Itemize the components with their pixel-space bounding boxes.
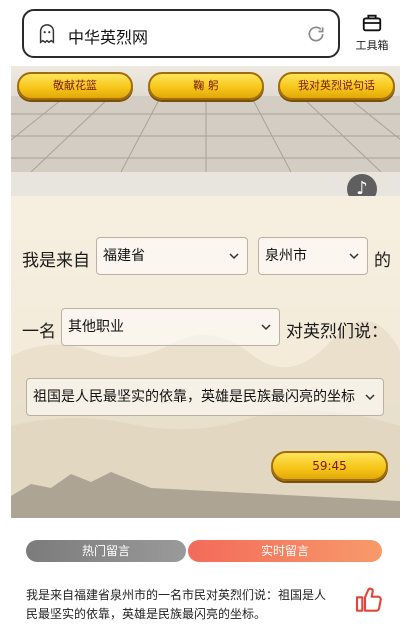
divider-strip (11, 172, 400, 196)
site-title-bar[interactable]: 中华英烈网 (22, 9, 340, 58)
toolbox-icon (362, 14, 382, 32)
stone-floor-illustration (11, 96, 400, 172)
ghost-icon (39, 24, 55, 44)
refresh-icon[interactable] (306, 24, 326, 44)
city-value: 泉州市 (265, 248, 307, 264)
tab-hot-comments[interactable]: 热门留言 (26, 540, 186, 562)
chevron-down-icon (365, 394, 375, 401)
top-bar: 中华英烈网 工具箱 (0, 0, 409, 66)
chevron-down-icon (349, 253, 359, 260)
memorial-ground: 敬献花篮 鞠 躬 我对英烈说句话 (11, 66, 400, 172)
bow-button[interactable]: 鞠 躬 (148, 72, 264, 100)
occupation-value: 其他职业 (68, 319, 124, 335)
chevron-down-icon (261, 324, 271, 331)
province-select[interactable]: 福建省 (96, 237, 248, 275)
occupation-select[interactable]: 其他职业 (61, 308, 280, 346)
tab-live-comments[interactable]: 实时留言 (188, 540, 382, 562)
site-title: 中华英烈网 (68, 28, 149, 47)
message-value: 祖国是人民最坚实的依靠，英雄是民族最闪亮的坐标 (33, 389, 355, 405)
a-label: 一名 (22, 322, 56, 342)
submit-message-button[interactable]: 59:45 (271, 451, 388, 481)
like-icon[interactable] (353, 584, 385, 616)
leave-message-button[interactable]: 我对英烈说句话 (278, 72, 395, 100)
say-to-heroes-label: 对英烈们说： (286, 322, 388, 342)
chevron-down-icon (229, 253, 239, 260)
of-label: 的 (374, 251, 391, 271)
message-select[interactable]: 祖国是人民最坚实的依靠，英雄是民族最闪亮的坐标 (26, 378, 384, 416)
city-select[interactable]: 泉州市 (258, 237, 368, 275)
lay-wreath-button[interactable]: 敬献花篮 (17, 72, 133, 100)
province-value: 福建省 (103, 248, 145, 264)
from-label: 我是来自 (22, 251, 90, 271)
toolbox-button[interactable]: 工具箱 (350, 12, 394, 60)
comment-text: 我是来自福建省泉州市的一名市民对英烈们说：祖国是人民最坚实的依靠，英雄是民族最闪… (26, 588, 327, 621)
toolbox-label: 工具箱 (355, 39, 389, 52)
